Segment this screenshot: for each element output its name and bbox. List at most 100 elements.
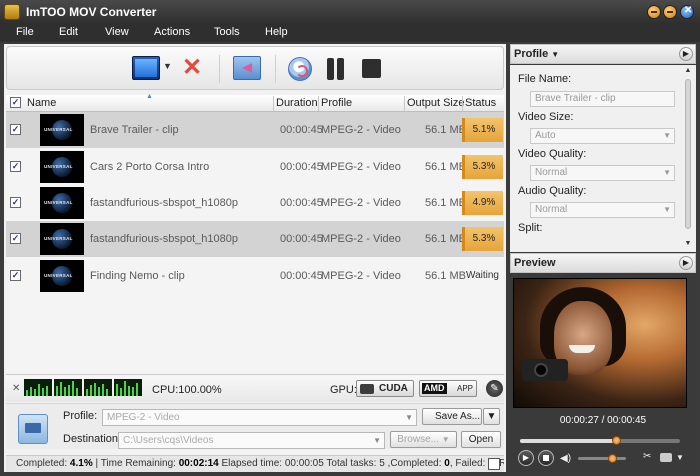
column-profile[interactable]: Profile xyxy=(321,97,352,109)
row-checkbox[interactable]: ✓ xyxy=(10,233,21,244)
file-profile: MPEG-2 - Video xyxy=(321,270,401,282)
add-video-button[interactable] xyxy=(132,56,160,80)
video-quality-select[interactable]: Normal ▼ xyxy=(530,165,675,181)
volume-icon[interactable]: ◀) xyxy=(560,453,571,464)
video-preview[interactable] xyxy=(513,278,687,408)
title-bar: ImTOO MOV Converter ✕ xyxy=(0,0,700,24)
scrollbar-thumb[interactable] xyxy=(685,79,691,229)
file-name-field[interactable]: Brave Trailer - clip xyxy=(530,91,675,107)
file-name: Cars 2 Porto Corsa Intro xyxy=(90,161,210,173)
file-name: fastandfurious-sbspot_h1080p xyxy=(90,197,238,209)
chevron-down-icon: ▼ xyxy=(373,436,381,445)
convert-button[interactable] xyxy=(288,57,312,81)
column-divider[interactable] xyxy=(273,96,274,111)
file-size: 56.1 MB xyxy=(425,161,466,173)
row-checkbox[interactable]: ✓ xyxy=(10,124,21,135)
profile-select[interactable]: MPEG-2 - Video ▼ xyxy=(102,409,417,426)
row-checkbox[interactable]: ✓ xyxy=(10,161,21,172)
amd-logo: AMD xyxy=(422,383,447,394)
chevron-down-icon: ▼ xyxy=(663,131,671,140)
menu-help[interactable]: Help xyxy=(265,26,288,38)
table-row[interactable]: ✓ UNIVERSAL Finding Nemo - clip 00:00:45… xyxy=(6,258,504,294)
settings-wrench-icon[interactable]: ✎ xyxy=(486,380,503,397)
chevron-down-icon[interactable]: ▼ xyxy=(676,453,684,462)
video-size-select[interactable]: Auto ▼ xyxy=(530,128,675,144)
add-dropdown-icon[interactable]: ▼ xyxy=(163,61,172,87)
file-profile: MPEG-2 - Video xyxy=(321,233,401,245)
pause-button[interactable] xyxy=(326,58,346,80)
column-status[interactable]: Status xyxy=(465,97,496,109)
cpu-usage: CPU:100.00% xyxy=(152,384,222,396)
cuda-toggle[interactable]: CUDA xyxy=(356,380,414,397)
profile-label: Profile: xyxy=(63,410,98,422)
save-as-dropdown[interactable]: ▼ xyxy=(483,408,500,425)
table-row[interactable]: ✓ UNIVERSAL fastandfurious-sbspot_h1080p… xyxy=(6,185,504,221)
menu-tools[interactable]: Tools xyxy=(214,26,240,38)
file-name-label: File Name: xyxy=(518,73,572,85)
status-progress: 5.1% xyxy=(462,118,503,142)
seek-handle[interactable] xyxy=(612,436,621,445)
snapshot-camera-icon[interactable] xyxy=(660,453,672,462)
file-duration: 00:00:45 xyxy=(280,124,323,136)
table-row[interactable]: ✓ UNIVERSAL Cars 2 Porto Corsa Intro 00:… xyxy=(6,149,504,185)
expand-arrow-icon[interactable]: ▶ xyxy=(679,47,693,61)
close-button[interactable]: ✕ xyxy=(680,5,694,19)
browse-button[interactable]: Browse... ▼ xyxy=(390,431,457,448)
playback-time: 00:00:27 / 00:00:45 xyxy=(559,415,647,426)
profile-scrollbar[interactable]: ▲ ▼ xyxy=(683,67,693,250)
status-bar: Completed: 4.1% | Time Remaining: 00:02:… xyxy=(6,455,504,472)
remove-icon[interactable]: ✕ xyxy=(182,56,206,82)
column-name[interactable]: Name xyxy=(27,97,56,109)
table-row[interactable]: ✓ UNIVERSAL Brave Trailer - clip 00:00:4… xyxy=(6,112,504,148)
menu-file[interactable]: File xyxy=(16,26,34,38)
playback-controls: 00:00:27 / 00:00:45 ▶ ◀) ✂ ▼ xyxy=(510,409,696,472)
select-all-checkbox[interactable]: ✓ xyxy=(10,97,21,108)
chevron-down-icon: ▼ xyxy=(405,413,413,422)
volume-slider[interactable] xyxy=(578,457,626,460)
menu-actions[interactable]: Actions xyxy=(154,26,190,38)
table-row[interactable]: ✓ UNIVERSAL fastandfurious-sbspot_h1080p… xyxy=(6,221,504,257)
audio-quality-select[interactable]: Normal ▼ xyxy=(530,202,675,218)
restore-button[interactable] xyxy=(663,5,677,19)
video-size-label: Video Size: xyxy=(518,111,574,123)
sort-ascending-icon: ▲ xyxy=(146,93,153,100)
chevron-down-icon: ▼ xyxy=(663,168,671,177)
column-output-size[interactable]: Output Size xyxy=(407,97,464,109)
seek-bar[interactable] xyxy=(520,439,680,443)
row-checkbox[interactable]: ✓ xyxy=(10,270,21,281)
open-button[interactable]: Open xyxy=(461,431,501,448)
profile-panel-title[interactable]: Profile ▼ xyxy=(514,48,559,60)
scissors-icon[interactable]: ✂ xyxy=(643,451,651,462)
file-duration: 00:00:45 xyxy=(280,270,323,282)
menu-view[interactable]: View xyxy=(105,26,129,38)
column-divider[interactable] xyxy=(462,96,463,111)
audio-quality-label: Audio Quality: xyxy=(518,185,587,197)
toolbar: ▼ ✕ xyxy=(6,46,504,90)
scroll-down-icon[interactable]: ▼ xyxy=(683,240,693,250)
scroll-up-icon[interactable]: ▲ xyxy=(683,67,693,77)
file-profile: MPEG-2 - Video xyxy=(321,124,401,136)
preview-panel-header: Preview ▶ xyxy=(510,253,696,273)
volume-handle[interactable] xyxy=(607,454,617,463)
stop-playback-button[interactable] xyxy=(538,450,554,466)
cpu-graph xyxy=(24,379,52,396)
video-thumbnail: UNIVERSAL xyxy=(40,114,84,146)
cpu-graph xyxy=(54,379,82,396)
minimize-button[interactable] xyxy=(647,5,661,19)
destination-input[interactable]: C:\Users\cqs\Videos ▼ xyxy=(118,432,385,449)
column-divider[interactable] xyxy=(404,96,405,111)
stop-button[interactable] xyxy=(362,59,381,78)
output-settings-panel: Profile: MPEG-2 - Video ▼ Save As... ▼ De… xyxy=(6,403,504,449)
menu-edit[interactable]: Edit xyxy=(59,26,78,38)
play-button[interactable]: ▶ xyxy=(518,450,534,466)
column-duration[interactable]: Duration xyxy=(276,97,318,109)
expand-arrow-icon[interactable]: ▶ xyxy=(679,256,693,270)
row-checkbox[interactable]: ✓ xyxy=(10,197,21,208)
clip-button[interactable] xyxy=(233,56,261,80)
close-icon[interactable]: ✕ xyxy=(12,383,20,394)
save-as-button[interactable]: Save As... xyxy=(422,408,482,425)
amd-app-toggle[interactable]: AMD APP xyxy=(419,380,477,397)
video-quality-label: Video Quality: xyxy=(518,148,587,160)
log-icon[interactable] xyxy=(488,458,500,470)
column-divider[interactable] xyxy=(318,96,319,111)
